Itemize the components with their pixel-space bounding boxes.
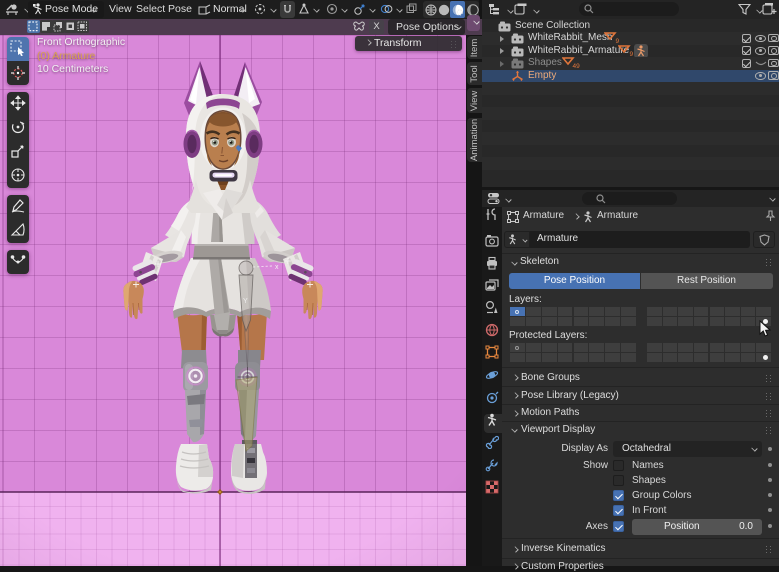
svg-text:Y: Y [243,298,248,305]
svg-text:9: 9 [616,38,620,44]
svg-text:49: 49 [573,63,581,69]
svg-text:x: x [275,264,279,271]
svg-text:9: 9 [630,51,634,57]
